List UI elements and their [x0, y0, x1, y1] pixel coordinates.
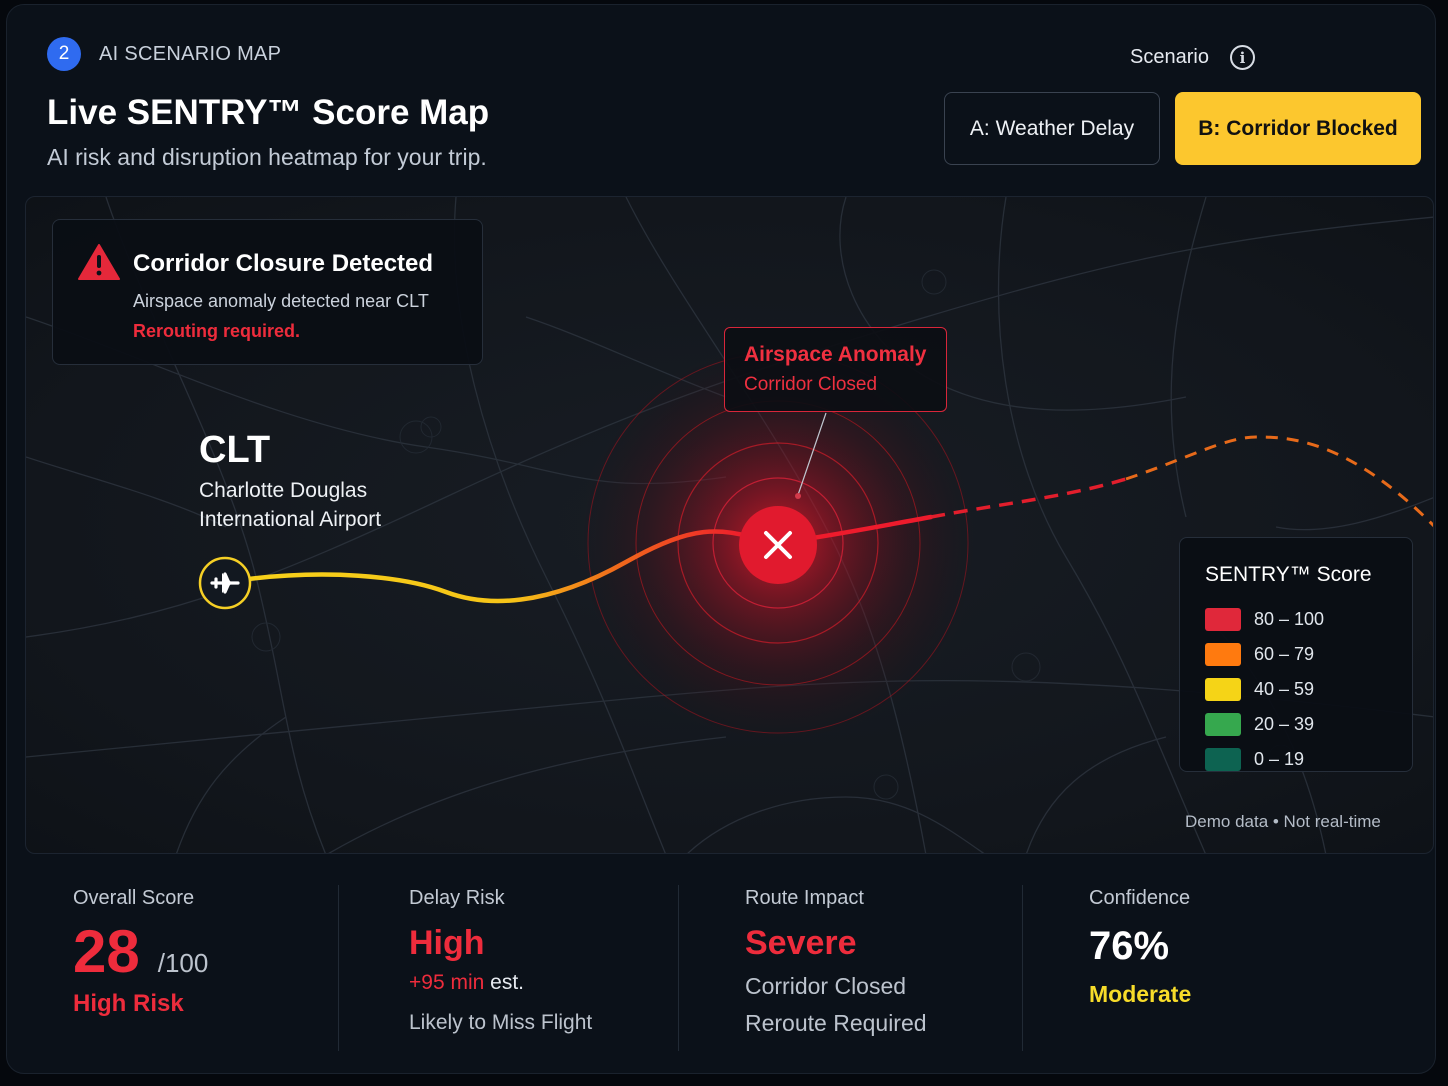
airport-name: Charlotte Douglas International Airport [199, 476, 381, 534]
corridor-alert-card: Corridor Closure Detected Airspace anoma… [52, 219, 483, 365]
legend-swatch [1205, 712, 1241, 736]
anomaly-subtitle: Corridor Closed [744, 374, 878, 395]
stat-divider [678, 885, 679, 1051]
legend-title: SENTRY™ Score [1205, 563, 1372, 586]
route-dashed-orange [1125, 435, 1433, 528]
route-impact-line-2: Reroute Required [745, 1010, 927, 1036]
legend-item: 0 – 19 [1205, 747, 1304, 771]
airport-name-line-1: Charlotte Douglas [199, 479, 368, 502]
overall-score-value: 28 [73, 918, 140, 985]
anomaly-title: Airspace Anomaly [744, 343, 927, 366]
legend-swatch [1205, 642, 1241, 666]
score-legend: SENTRY™ Score 80 – 100 60 – 79 40 – 59 2… [1179, 537, 1413, 772]
anomaly-connector-dot [795, 493, 801, 499]
legend-item: 60 – 79 [1205, 642, 1314, 666]
alert-text: Airspace anomaly detected near CLT [133, 291, 429, 311]
scenario-weather-delay-button[interactable]: A: Weather Delay [944, 92, 1160, 165]
airplane-icon[interactable] [198, 556, 252, 610]
section-label: AI SCENARIO MAP [99, 43, 282, 65]
legend-label: 80 – 100 [1254, 608, 1325, 629]
confidence-level: Moderate [1089, 981, 1192, 1007]
anomaly-callout: Airspace Anomaly Corridor Closed [724, 327, 947, 412]
close-x-icon[interactable] [739, 506, 817, 584]
legend-label: 40 – 59 [1254, 678, 1315, 699]
overall-score-stat: Overall Score 28 /100 High Risk [73, 887, 208, 1018]
scenario-corridor-blocked-button[interactable]: B: Corridor Blocked [1175, 92, 1421, 165]
route-impact-value: Severe [745, 924, 857, 962]
route-impact-stat: Route Impact Severe Corridor Closed Rero… [745, 887, 927, 1037]
overall-risk-level: High Risk [73, 990, 184, 1017]
legend-swatch [1205, 677, 1241, 701]
airport-name-line-2: International Airport [199, 508, 382, 531]
map-footnote: Demo data • Not real-time [1185, 812, 1381, 831]
scenario-map-panel: 2 AI SCENARIO MAP Live SENTRY™ Score Map… [6, 4, 1436, 1074]
confidence-label: Confidence [1089, 887, 1191, 909]
legend-item: 40 – 59 [1205, 677, 1314, 701]
stat-divider [1022, 885, 1023, 1051]
delay-minutes: +95 min [409, 971, 485, 994]
route-impact-line-1: Corridor Closed [745, 973, 907, 999]
delay-minutes-row: +95 min est. [409, 971, 592, 995]
alert-title: Corridor Closure Detected [133, 250, 434, 277]
airport-code: CLT [199, 429, 271, 471]
legend-label: 20 – 39 [1254, 713, 1315, 734]
legend-label: 0 – 19 [1254, 748, 1305, 769]
stat-divider [338, 885, 339, 1051]
page-subtitle: AI risk and disruption heatmap for your … [47, 144, 487, 170]
legend-swatch [1205, 747, 1241, 771]
delay-risk-label: Delay Risk [409, 887, 505, 909]
step-number-badge: 2 [47, 37, 81, 71]
page-title: Live SENTRY™ Score Map [47, 93, 490, 132]
legend-item: 20 – 39 [1205, 712, 1314, 736]
info-icon[interactable]: i [1230, 45, 1255, 70]
delay-risk-value: High [409, 924, 485, 962]
overall-score-suffix: /100 [157, 948, 209, 978]
legend-swatch [1205, 607, 1241, 631]
route-impact-label: Route Impact [745, 887, 864, 909]
confidence-stat: Confidence 76% Moderate [1089, 887, 1191, 1008]
warning-triangle-icon [78, 244, 120, 280]
delay-risk-stat: Delay Risk High +95 min est. Likely to M… [409, 887, 592, 1035]
delay-note: Likely to Miss Flight [409, 1011, 593, 1034]
alert-action: Rerouting required. [133, 321, 301, 341]
delay-minutes-suffix: est. [490, 971, 524, 994]
overall-score-value-row: 28 /100 [73, 922, 208, 982]
scenario-label: Scenario [1130, 46, 1209, 68]
legend-item: 80 – 100 [1205, 607, 1324, 631]
confidence-value: 76% [1089, 924, 1170, 968]
overall-score-label: Overall Score [73, 887, 195, 909]
legend-label: 60 – 79 [1254, 643, 1315, 664]
risk-heatmap-map[interactable]: Corridor Closure Detected Airspace anoma… [25, 196, 1434, 854]
